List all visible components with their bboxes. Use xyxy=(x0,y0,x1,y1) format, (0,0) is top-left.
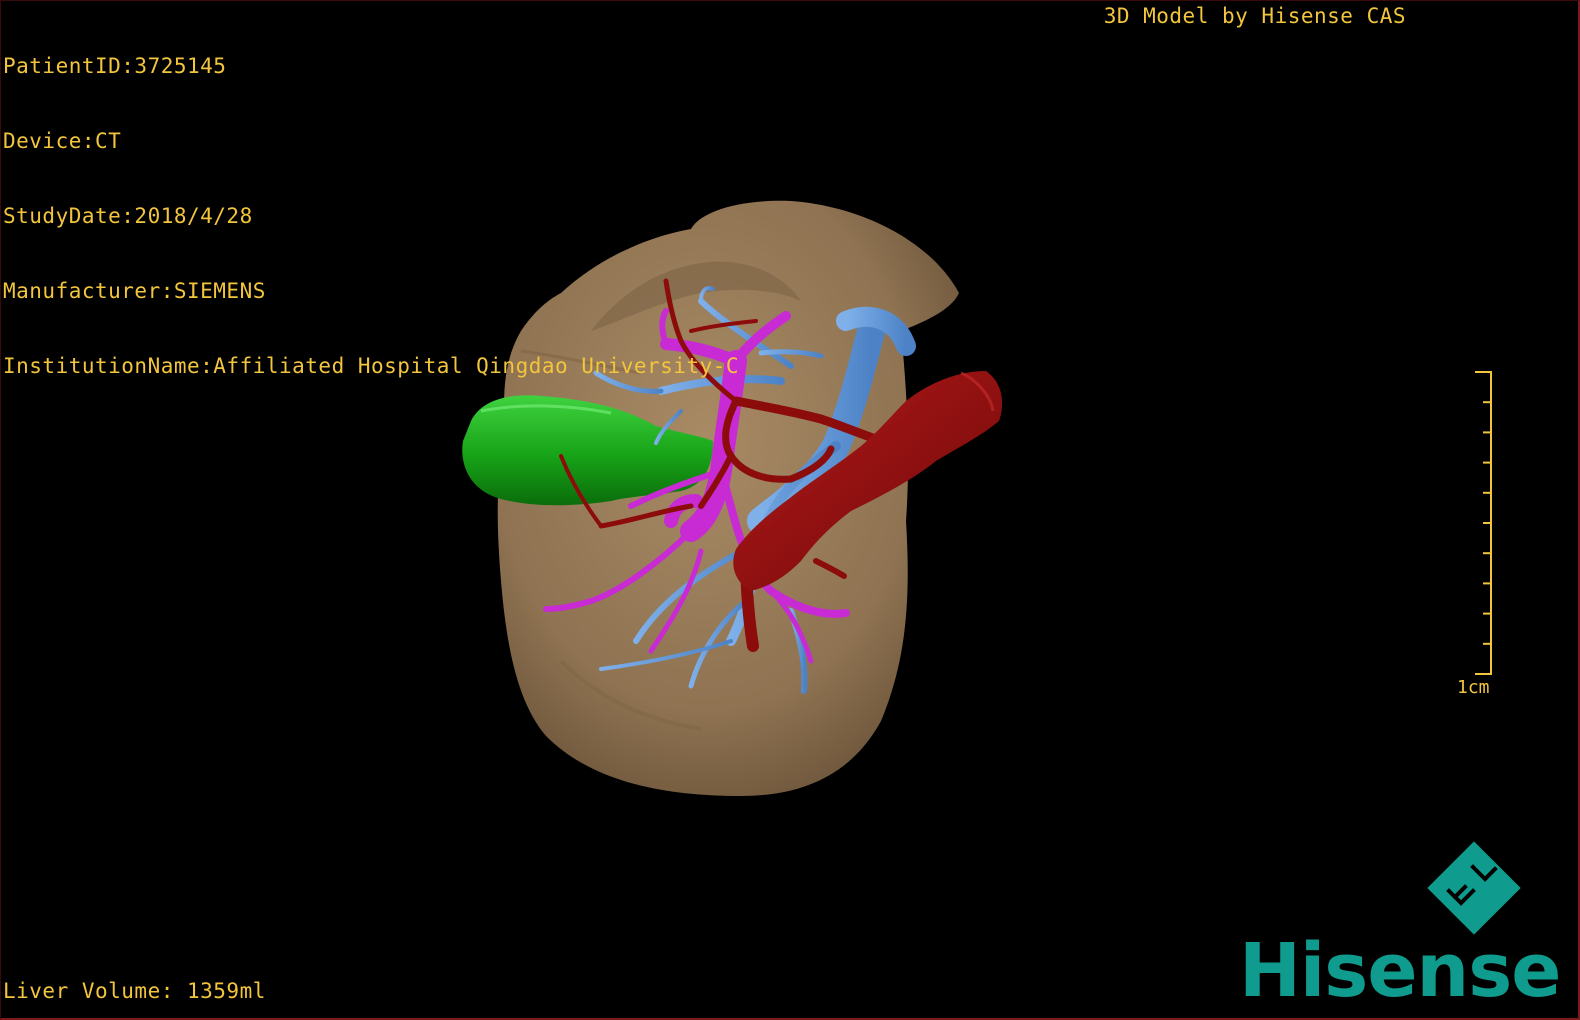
3d-viewport[interactable]: PatientID:3725145 Device:CT StudyDate:20… xyxy=(0,0,1580,1020)
manufacturer-text: Manufacturer:SIEMENS xyxy=(3,279,266,303)
device-text: Device:CT xyxy=(3,129,122,153)
hisense-logo-wordmark: Hisense xyxy=(1239,928,1561,1014)
scale-bar xyxy=(1475,371,1492,675)
liver-volume-text: Liver Volume: 1359ml xyxy=(3,979,266,1003)
hisense-logo-mark xyxy=(1427,841,1521,935)
scale-bar-label: 1cm xyxy=(1457,677,1490,698)
institution-text: InstitutionName:Affiliated Hospital Qing… xyxy=(3,354,740,378)
model-credit-text: 3D Model by Hisense CAS xyxy=(1103,4,1406,28)
patient-id-text: PatientID:3725145 xyxy=(3,54,227,78)
study-date-text: StudyDate:2018/4/28 xyxy=(3,204,253,228)
study-info-overlay: PatientID:3725145 Device:CT StudyDate:20… xyxy=(3,4,739,429)
